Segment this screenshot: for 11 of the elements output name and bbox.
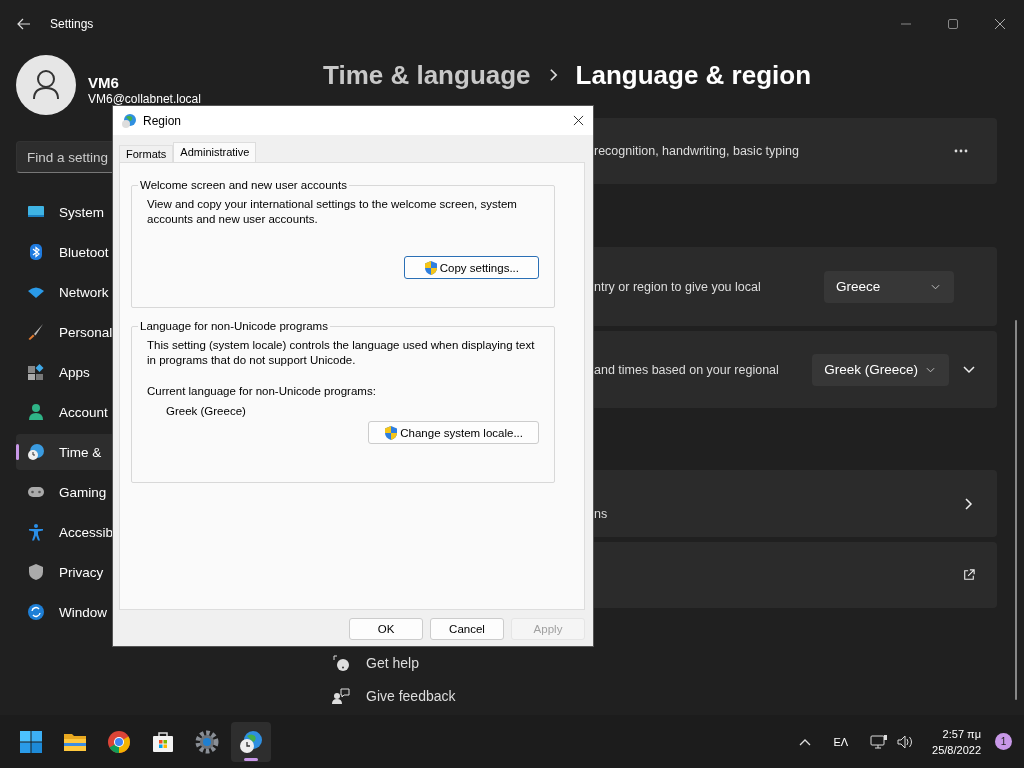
card-description: ns [594, 506, 609, 521]
current-locale: Greek (Greece) [166, 405, 247, 417]
card-description: recognition, handwriting, basic typing [594, 144, 800, 158]
dialog-title: Region [143, 113, 182, 128]
page-title: Language & region [575, 59, 812, 91]
group-description: View and copy your international settings to the welcome screen, system accounts and new user accounts. [147, 197, 518, 227]
user-name: VM6 [88, 74, 120, 91]
window-title: Settings [50, 17, 94, 31]
card-description: ntry or region to give you local [594, 279, 762, 294]
user-email: VM6@collabnet.local [88, 92, 201, 106]
card-description: and times based on your regional [594, 362, 780, 377]
